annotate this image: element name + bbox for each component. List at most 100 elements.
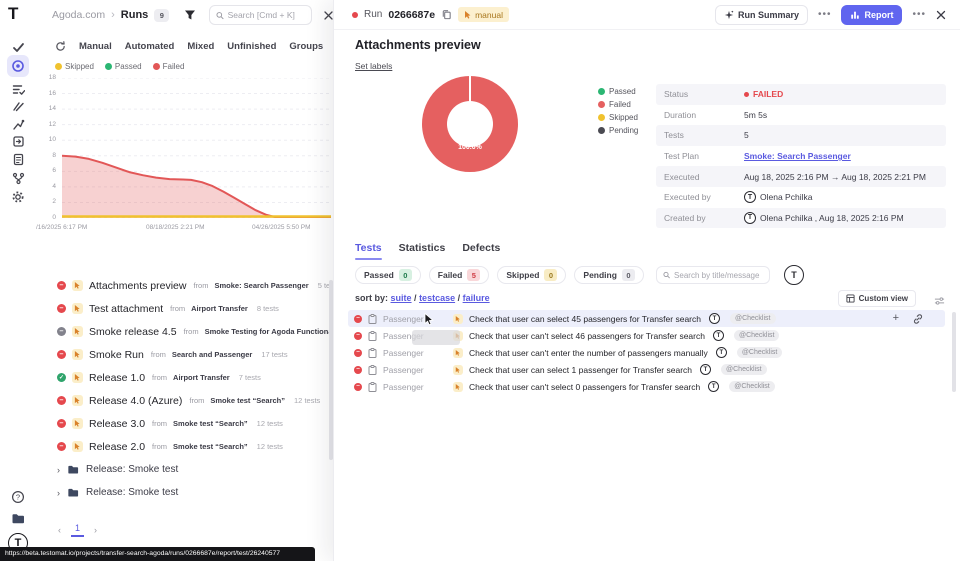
test-row[interactable]: Passenger Check that user can't select 0… xyxy=(348,378,945,395)
page-prev[interactable]: ‹ xyxy=(58,525,61,535)
run-from-label: from xyxy=(151,350,166,359)
run-row[interactable]: Release 3.0 from Smoke test “Search” 12 … xyxy=(36,412,333,435)
test-row[interactable]: Passenger Check that user can select 1 p… xyxy=(348,361,945,378)
tab-automated[interactable]: Automated xyxy=(125,41,175,52)
test-suite[interactable]: Passenger xyxy=(383,365,447,375)
chevron-right-icon[interactable]: › xyxy=(57,488,60,498)
donut-legend-pending[interactable]: Pending xyxy=(598,126,638,135)
run-row[interactable]: Smoke Run from Search and Passenger 17 t… xyxy=(36,343,333,366)
donut-legend: Passed Failed Skipped Pending xyxy=(598,87,638,139)
donut-legend-failed[interactable]: Failed xyxy=(598,100,638,109)
test-row[interactable]: Passenger Check that user can select 45 … xyxy=(348,310,945,327)
sort-by-suite[interactable]: suite xyxy=(391,293,412,303)
set-labels-link[interactable]: Set labels xyxy=(355,61,392,71)
test-suite[interactable]: Passenger xyxy=(383,382,447,392)
legend-failed[interactable]: Failed xyxy=(153,62,185,71)
runs-count-badge: 9 xyxy=(154,9,169,22)
close-search-icon[interactable] xyxy=(324,11,333,20)
docs-icon[interactable] xyxy=(9,150,27,168)
more-options-icon[interactable]: ••• xyxy=(910,9,928,20)
test-row-actions: + xyxy=(893,310,923,327)
global-search[interactable] xyxy=(209,5,312,25)
tests-search[interactable] xyxy=(656,266,770,284)
copy-icon[interactable] xyxy=(441,9,452,20)
analytics-icon[interactable] xyxy=(9,115,27,133)
run-folder-row[interactable]: › Release: Smoke test xyxy=(36,458,333,481)
link-icon[interactable] xyxy=(913,314,923,324)
tests-icon[interactable] xyxy=(9,38,27,56)
page-next[interactable]: › xyxy=(94,525,97,535)
test-row[interactable]: Passenger Check that user can't enter th… xyxy=(348,344,945,361)
test-title[interactable]: Check that user can't select 46 passenge… xyxy=(469,331,705,341)
run-row[interactable]: Release 4.0 (Azure) from Smoke test “Sea… xyxy=(36,389,333,412)
tab-defects[interactable]: Defects xyxy=(462,242,500,260)
test-suite[interactable]: Passenger xyxy=(383,348,447,358)
custom-view-button[interactable]: Custom view xyxy=(838,290,916,307)
test-title[interactable]: Check that user can select 1 passenger f… xyxy=(469,365,692,375)
refresh-icon[interactable] xyxy=(55,41,66,52)
sort-by-testcase[interactable]: testcase xyxy=(419,293,455,303)
filter-pending[interactable]: Pending0 xyxy=(574,266,644,284)
filter-skipped[interactable]: Skipped0 xyxy=(497,266,566,284)
report-button[interactable]: Report xyxy=(841,5,902,25)
test-plan-link[interactable]: Smoke: Search Passenger xyxy=(744,151,851,161)
filter-failed[interactable]: Failed5 xyxy=(429,266,490,284)
legend-skipped[interactable]: Skipped xyxy=(55,62,94,71)
tab-mixed[interactable]: Mixed xyxy=(187,41,214,52)
tag-badge[interactable]: @Checklist xyxy=(729,381,775,392)
tag-badge[interactable]: @Checklist xyxy=(730,313,776,324)
run-row[interactable]: Smoke release 4.5 from Smoke Testing for… xyxy=(36,320,333,343)
test-failed-icon xyxy=(354,349,362,357)
run-title: Release 1.0 xyxy=(89,372,145,384)
donut-legend-skipped[interactable]: Skipped xyxy=(598,113,638,122)
test-title[interactable]: Check that user can't enter the number o… xyxy=(469,348,708,358)
page-current[interactable]: 1 xyxy=(71,523,84,537)
run-row[interactable]: Release 2.0 from Smoke test “Search” 12 … xyxy=(36,435,333,458)
projects-folder-icon[interactable] xyxy=(9,509,27,527)
search-input[interactable] xyxy=(228,10,305,20)
tag-badge[interactable]: @Checklist xyxy=(721,364,767,375)
breadcrumb-page[interactable]: Runs xyxy=(121,9,149,21)
tag-badge[interactable]: @Checklist xyxy=(734,330,780,341)
test-title[interactable]: Check that user can't select 0 passenger… xyxy=(469,382,700,392)
panel-scrollbar[interactable] xyxy=(952,312,956,392)
close-panel-icon[interactable] xyxy=(936,10,946,20)
executed-value: Aug 18, 2025 2:16 PM → Aug 18, 2025 2:21… xyxy=(744,172,946,182)
branches-icon[interactable] xyxy=(9,169,27,187)
tag-badge[interactable]: @Checklist xyxy=(737,347,783,358)
manual-run-icon xyxy=(72,326,83,337)
run-status-icon xyxy=(57,396,66,405)
chevron-right-icon[interactable]: › xyxy=(57,465,60,475)
tab-groups[interactable]: Groups xyxy=(289,41,323,52)
filter-passed[interactable]: Passed0 xyxy=(355,266,421,284)
run-summary-button[interactable]: Run Summary xyxy=(715,5,808,25)
tab-manual[interactable]: Manual xyxy=(79,41,112,52)
legend-passed[interactable]: Passed xyxy=(105,62,142,71)
tab-tests[interactable]: Tests xyxy=(355,242,382,260)
sliders-icon[interactable] xyxy=(934,293,945,311)
more-options-icon[interactable]: ••• xyxy=(816,9,834,20)
tab-unfinished[interactable]: Unfinished xyxy=(227,41,276,52)
app-logo[interactable]: T xyxy=(8,4,18,24)
help-icon[interactable]: ? xyxy=(9,488,27,506)
run-row[interactable]: Attachments preview from Smoke: Search P… xyxy=(36,274,333,297)
pulse-icon[interactable] xyxy=(9,97,27,115)
plans-icon[interactable] xyxy=(9,80,27,98)
sort-by-failure[interactable]: failure xyxy=(463,293,490,303)
test-title[interactable]: Check that user can select 45 passengers… xyxy=(469,314,701,324)
add-icon[interactable]: + xyxy=(893,313,899,324)
donut-legend-passed[interactable]: Passed xyxy=(598,87,638,96)
run-row[interactable]: Release 1.0 from Airport Transfer 7 test… xyxy=(36,366,333,389)
import-export-icon[interactable] xyxy=(9,132,27,150)
run-row[interactable]: Test attachment from Airport Transfer 8 … xyxy=(36,297,333,320)
test-suite[interactable]: Passenger xyxy=(383,314,447,324)
assignee-avatar[interactable]: T xyxy=(784,265,804,285)
tests-search-input[interactable] xyxy=(674,271,763,280)
y-tick-label: 18 xyxy=(36,74,56,81)
filter-funnel-icon[interactable] xyxy=(181,6,198,24)
settings-gear-icon[interactable] xyxy=(9,188,27,206)
runs-icon[interactable] xyxy=(7,55,29,77)
run-folder-row[interactable]: › Release: Smoke test xyxy=(36,481,333,504)
breadcrumb-project[interactable]: Agoda.com xyxy=(52,9,105,21)
tab-statistics[interactable]: Statistics xyxy=(399,242,446,260)
